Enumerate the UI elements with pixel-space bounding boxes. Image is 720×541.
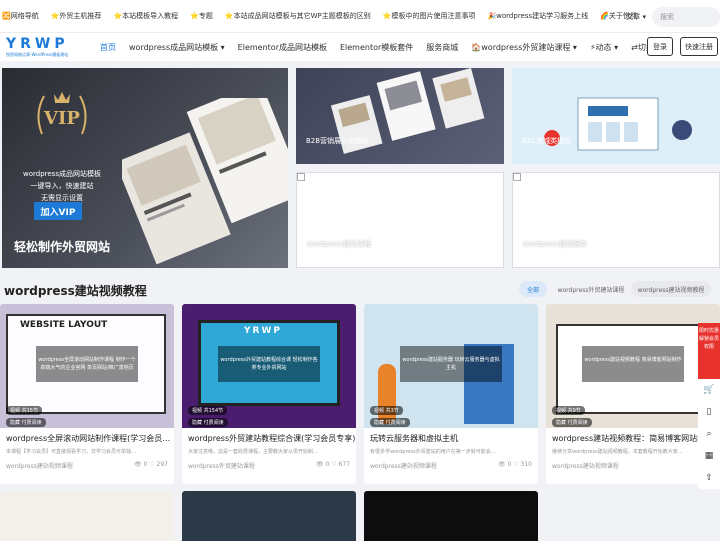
broken-image-icon [513, 173, 521, 181]
section-title: wordpress建站视频教程 [4, 284, 147, 298]
site-logo[interactable]: YRWP 悦然网络点滴-WordPress模板建站 [0, 33, 80, 61]
b2c-caption: B2C商城类模板 [522, 137, 572, 145]
template-mockups-image [122, 98, 288, 265]
register-button[interactable]: 快速注册 [680, 37, 718, 56]
hidden-badge: 隐藏 付费阅读 [188, 418, 228, 427]
login-button[interactable]: 登录 [647, 37, 673, 56]
b2c-card[interactable]: B2C商城类模板 [512, 68, 720, 164]
hero-line2: 一键导入，快速建站 [30, 182, 94, 190]
video-badge: 视频 共15节 [6, 406, 42, 415]
laurel-icon [37, 92, 87, 135]
qr-icon[interactable]: ▦ [698, 445, 720, 467]
video-card[interactable]: wordpress建站视频教程 简易博客网站制作 视频 共9节 隐藏 付费阅读 … [546, 304, 720, 484]
video-overlay: wordpress全屏滚动网站制作课程 制作一个高端大气的企业官网 单页网站/推… [36, 346, 138, 382]
topbar-link-nav[interactable]: 🔀网络导航 [2, 11, 39, 21]
video-card[interactable]: wordpress建站服务器 玩转云服务器与虚拟主机 视频 共3节 隐藏 付费阅… [364, 304, 538, 484]
video-desc: 本课程【学习会员】可直接观看学习，非学习会员可单独… [6, 449, 137, 455]
video-overlay: wordpress建站视频教程 简易博客网站制作 [582, 346, 684, 382]
nav-elementor-kits[interactable]: Elementor模板套件 [340, 42, 413, 53]
video-card-partial[interactable] [364, 491, 538, 541]
tab-all[interactable]: 全部 [519, 281, 547, 297]
topbar-links: 🔀网络导航 ⭐外贸主机推荐 ⭐本站模板导入教程 ⭐专题 ⭐本站成品网站模板与其它… [2, 11, 649, 21]
topbar-link-images[interactable]: ⭐模板中的图片使用注意事项 [383, 11, 476, 21]
video-overlay: wordpress外贸建站教程综合课 轻松制作各类专业外贸网站 [218, 346, 320, 382]
video-title[interactable]: wordpress外贸建站教程综合课(学习会员专享) [182, 428, 356, 444]
video-desc: 大家注意哦，这是一套收费课程，主要教大家从零开始制… [188, 449, 319, 455]
video-card-partial[interactable] [182, 491, 356, 541]
main-nav: YRWP 悦然网络点滴-WordPress模板建站 首页 wordpress成品… [0, 33, 720, 61]
video-thumbnail: wordpress建站视频教程 简易博客网站制作 视频 共9节 隐藏 付费阅读 [546, 304, 720, 428]
topbar-link-topic[interactable]: ⭐专题 [190, 11, 213, 21]
floating-sidebar: 限时优惠 解锁会员权限 🛒 ▯ ⌕ ▦ ⇧ [698, 323, 720, 489]
nav-elementor-templates[interactable]: Elementor成品网站模板 [238, 42, 327, 53]
b2c-shop-image [544, 97, 692, 151]
video-overlay: wordpress建站服务器 玩转云服务器与虚拟主机 [400, 346, 502, 382]
nav-course[interactable]: 🏠wordpress外贸建站课程 ▾ [471, 42, 577, 53]
article-dropdown[interactable]: 文章 ▾ [626, 12, 646, 22]
hero-banner[interactable]: VIP wordpress成品网站模板 一键导入，快速建站 无需显示设置 加入V… [2, 68, 288, 268]
video-category[interactable]: wordpress建站视频课程 [6, 461, 73, 470]
video-desc: 继续分享wordpress建站视频教程，本套教程开始教大家… [552, 449, 683, 455]
video-category[interactable]: wordpress建站视频课程 [552, 461, 619, 470]
hidden-badge: 隐藏 付费阅读 [6, 418, 46, 427]
hidden-badge: 隐藏 付费阅读 [552, 418, 592, 427]
book-icon[interactable]: ▯ [698, 401, 720, 423]
nav-dynamic[interactable]: ⚡动态 ▾ [590, 42, 618, 53]
video-thumbnail: YRWP wordpress外贸建站教程综合课 轻松制作各类专业外贸网站 视频 … [182, 304, 356, 428]
b2b-mockup-image [330, 68, 485, 154]
tab-video-course[interactable]: wordpress建站视频教程 [631, 281, 711, 297]
search-input[interactable]: 搜索 [652, 6, 720, 27]
video-badge: 视频 共9节 [552, 406, 585, 415]
topbar-link-learn[interactable]: 🎉wordpress建站学习服务上线 [487, 11, 588, 21]
nav-home[interactable]: 首页 [100, 42, 116, 53]
video-stats: 👁 0 ♡ 297 [133, 461, 168, 468]
member-promo-button[interactable]: 限时优惠 解锁会员权限 [698, 323, 720, 379]
service-caption: wordpress建站服务 [523, 240, 587, 248]
vip-badge: VIP [32, 90, 92, 160]
video-thumbnail: wordpress建站服务器 玩转云服务器与虚拟主机 视频 共3节 隐藏 付费阅… [364, 304, 538, 428]
b2b-card[interactable]: B2B营销展示型模板 [296, 68, 504, 164]
search-icon[interactable]: ⌕ [698, 423, 720, 445]
video-title[interactable]: wordpress建站视频教程：简易博客网站制作… [546, 428, 720, 444]
video-desc: 有很多学wordpress外贸建站的用户在第一步就可能会… [370, 449, 496, 455]
video-title[interactable]: 玩转云服务器和虚拟主机 [364, 428, 538, 444]
hero-line1: wordpress成品网站模板 [23, 170, 101, 178]
course-caption: wordpress建站课程 [307, 240, 371, 248]
video-title[interactable]: wordpress全屏滚动网站制作课程(学习会员… [0, 428, 174, 444]
video-badge: 视频 共3节 [370, 406, 403, 415]
hero-slogan: 轻松制作外贸网站 [14, 240, 111, 254]
b2b-caption: B2B营销展示型模板 [306, 137, 370, 145]
video-category[interactable]: wordpress建站视频课程 [370, 461, 437, 470]
cart-icon[interactable]: 🛒 [698, 379, 720, 401]
course-card[interactable]: wordpress建站课程 [296, 172, 504, 268]
video-badge: 视频 共154节 [188, 406, 228, 415]
nav-wp-templates[interactable]: wordpress成品网站模板 ▾ [129, 42, 225, 53]
video-thumbnail: WEBSITE LAYOUT wordpress全屏滚动网站制作课程 制作一个高… [0, 304, 174, 428]
topbar-link-import[interactable]: ⭐本站模板导入教程 [113, 11, 178, 21]
nav-shop[interactable]: 服务商城 [426, 42, 458, 53]
video-card[interactable]: YRWP wordpress外贸建站教程综合课 轻松制作各类专业外贸网站 视频 … [182, 304, 356, 484]
video-card-partial[interactable] [0, 491, 174, 541]
video-card[interactable]: WEBSITE LAYOUT wordpress全屏滚动网站制作课程 制作一个高… [0, 304, 174, 484]
video-stats: 👁 0 ♡ 677 [315, 461, 350, 468]
service-card[interactable]: wordpress建站服务 [512, 172, 720, 268]
topbar: 🔀网络导航 ⭐外贸主机推荐 ⭐本站模板导入教程 ⭐专题 ⭐本站成品网站模板与其它… [0, 0, 720, 33]
top-icon[interactable]: ⇧ [698, 467, 720, 489]
broken-image-icon [297, 173, 305, 181]
topbar-link-compare[interactable]: ⭐本站成品网站模板与其它WP主题模板的区别 [225, 11, 371, 21]
join-vip-button[interactable]: 加入VIP [34, 202, 82, 220]
topbar-link-host[interactable]: ⭐外贸主机推荐 [51, 11, 102, 21]
video-category[interactable]: wordpress外贸建站课程 [188, 461, 255, 470]
video-stats: 👁 0 ♡ 310 [497, 461, 532, 468]
tab-trade-course[interactable]: wordpress外贸建站课程 [553, 281, 629, 297]
hidden-badge: 隐藏 付费阅读 [370, 418, 410, 427]
